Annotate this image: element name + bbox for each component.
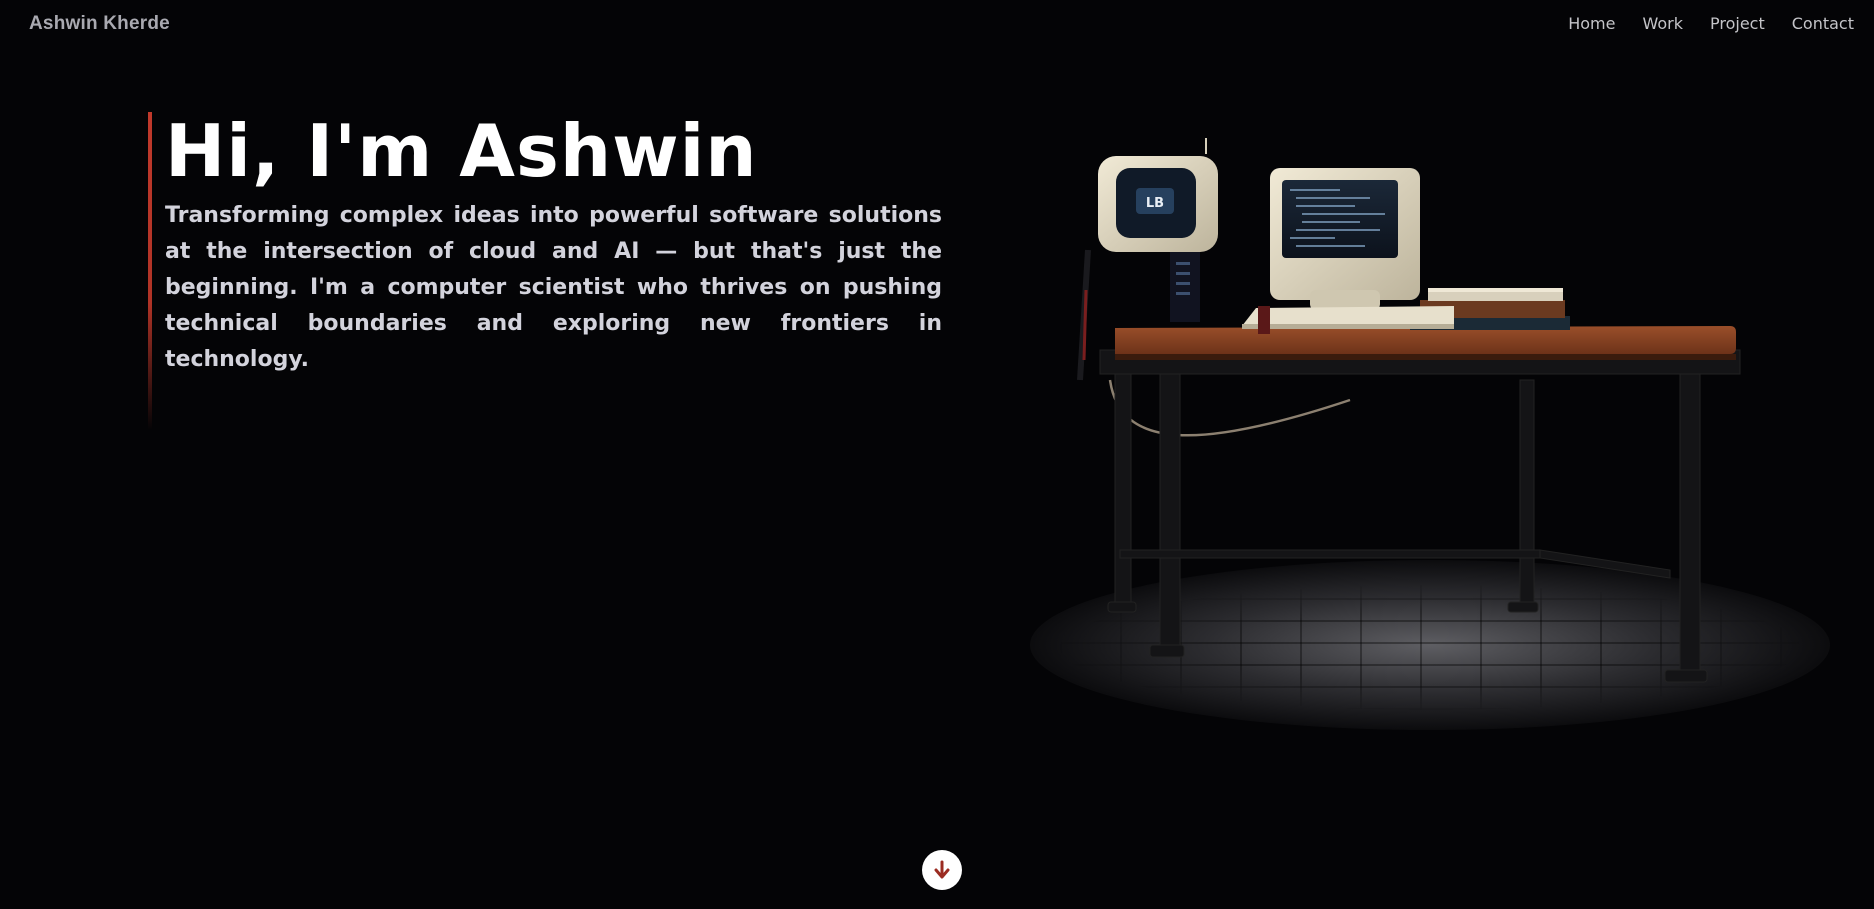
accent-bar — [148, 112, 152, 430]
desk-scene-svg: LB — [1077, 138, 1741, 683]
chair — [1258, 306, 1270, 334]
hero-title: Hi, I'm Ashwin — [165, 109, 758, 193]
monitor-badge: LB — [1146, 196, 1164, 211]
page: Ashwin Kherde Home Work Project Contact … — [0, 0, 1874, 909]
desk-top — [1115, 326, 1736, 356]
desk-illustration: LB — [1020, 130, 1840, 750]
nav-link-work[interactable]: Work — [1642, 14, 1683, 33]
scroll-down-button[interactable] — [922, 850, 962, 890]
computer-monitor — [1270, 168, 1420, 310]
nav-link-home[interactable]: Home — [1568, 14, 1615, 33]
navbar: Ashwin Kherde Home Work Project Contact — [0, 0, 1874, 52]
desk-legs — [1099, 349, 1741, 683]
nav-links: Home Work Project Contact — [1568, 14, 1854, 33]
hero-description: Transforming complex ideas into powerful… — [165, 203, 942, 372]
brand-logo[interactable]: Ashwin Kherde — [29, 13, 170, 35]
nav-link-contact[interactable]: Contact — [1792, 14, 1854, 33]
cable — [1108, 379, 1351, 437]
keyboard — [1242, 306, 1454, 326]
nav-link-project[interactable]: Project — [1710, 14, 1765, 33]
arrow-down-icon — [934, 860, 950, 879]
